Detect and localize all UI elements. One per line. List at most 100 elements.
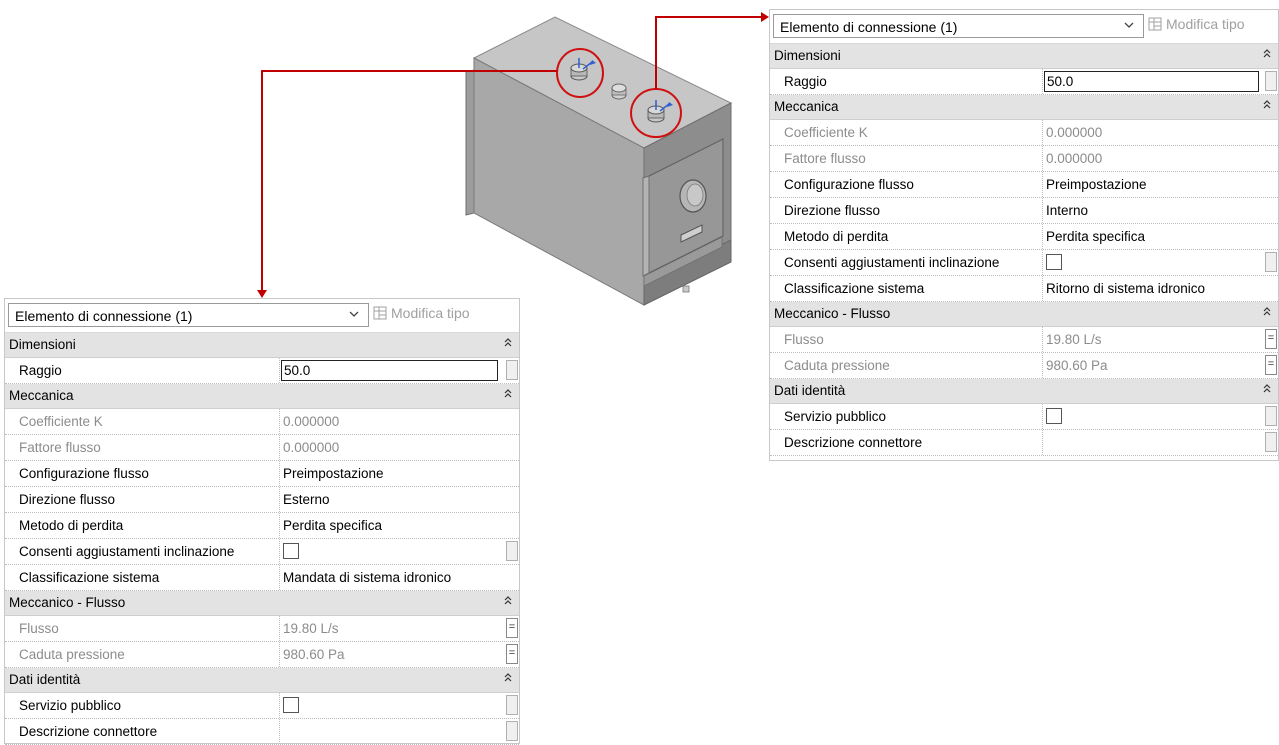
edit-type-label: Modifica tipo [391,305,470,321]
property-name: Direzione flusso [784,203,881,218]
property-value[interactable]: Mandata di sistema idronico [279,565,499,590]
property-name: Consenti aggiustamenti inclinazione [19,544,235,559]
property-name: Flusso [784,332,824,347]
property-value[interactable]: Perdita specifica [279,513,499,538]
property-row: Caduta pressione 980.60 Pa = [5,642,519,668]
property-group-header[interactable]: Dati identità [770,379,1278,404]
property-name: Classificazione sistema [784,281,925,296]
property-group-header[interactable]: Meccanica [5,384,519,409]
property-row: Fattore flusso 0.000000 [770,146,1278,172]
row-scroll-handle[interactable] [1265,71,1277,91]
property-row: Raggio 50.0 [5,358,519,384]
radius-input[interactable]: 50.0 [281,360,498,381]
property-name: Flusso [19,621,59,636]
property-group-label: Meccanica [774,99,839,114]
property-group-header[interactable]: Dati identità [5,668,519,693]
chevron-down-icon [1124,22,1134,28]
property-group-header[interactable]: Meccanico - Flusso [5,591,519,616]
type-selector-label: Elemento di connessione (1) [780,19,958,35]
row-scroll-handle[interactable] [1265,406,1277,426]
collapse-icon[interactable] [1263,99,1271,111]
property-row: Metodo di perdita Perdita specifica [770,224,1278,250]
collapse-icon[interactable] [504,595,512,607]
property-value-cell [1042,250,1260,275]
associate-parameter-button[interactable]: = [506,644,518,664]
edit-type-label: Modifica tipo [1166,16,1245,32]
property-row: Servizio pubblico [770,404,1278,430]
collapse-icon[interactable] [504,337,512,349]
property-name: Classificazione sistema [19,570,160,585]
associate-parameter-button[interactable]: = [1265,329,1277,349]
property-checkbox[interactable] [283,697,299,714]
property-group-label: Meccanico - Flusso [774,306,891,321]
collapse-icon[interactable] [1263,383,1271,395]
property-group-header[interactable]: Dimensioni [5,333,519,358]
property-name: Consenti aggiustamenti inclinazione [784,255,1000,270]
property-value[interactable]: Preimpostazione [1042,172,1260,197]
property-grid: Dimensioni Raggio 50.0 Meccanica Coefficient… [5,333,519,745]
property-value[interactable] [279,719,499,744]
radius-input[interactable]: 50.0 [1044,71,1259,92]
property-group-label: Dati identità [9,672,81,687]
collapse-icon[interactable] [1263,48,1271,60]
property-checkbox[interactable] [283,543,299,560]
property-value[interactable] [1042,430,1260,455]
property-row: Fattore flusso 0.000000 [5,435,519,461]
property-row: Descrizione connettore [770,430,1278,456]
collapse-icon[interactable] [504,672,512,684]
property-row: Caduta pressione 980.60 Pa = [770,353,1278,379]
property-row: Direzione flusso Esterno [5,487,519,513]
property-value[interactable]: Interno [1042,198,1260,223]
property-name: Configurazione flusso [19,466,149,481]
property-value-cell: 50.0 [1042,69,1260,94]
property-name: Raggio [19,363,62,378]
property-group-header[interactable]: Meccanica [770,95,1278,120]
property-row: Consenti aggiustamenti inclinazione [770,250,1278,276]
row-scroll-handle[interactable] [1265,432,1277,452]
edit-type-button[interactable]: Modifica tipo [1148,16,1245,32]
property-name: Metodo di perdita [784,229,889,244]
property-grid: Dimensioni Raggio 50.0 Meccanica Coefficient… [770,44,1278,456]
type-selector-dropdown[interactable]: Elemento di connessione (1) [8,303,369,327]
row-scroll-handle[interactable] [506,541,518,561]
property-group-header[interactable]: Dimensioni [770,44,1278,69]
property-checkbox[interactable] [1046,408,1062,425]
property-row: Flusso 19.80 L/s = [770,327,1278,353]
property-group-label: Dimensioni [774,48,841,63]
property-value[interactable]: Esterno [279,487,499,512]
row-scroll-handle[interactable] [506,721,518,741]
properties-header: Elemento di connessione (1) Modifica tip… [5,299,519,333]
property-value[interactable]: Ritorno di sistema idronico [1042,276,1260,301]
row-scroll-handle[interactable] [1265,252,1277,272]
property-name: Descrizione connettore [784,435,923,450]
property-group-label: Meccanico - Flusso [9,595,126,610]
collapse-icon[interactable] [1263,306,1271,318]
row-scroll-handle[interactable] [506,695,518,715]
collapse-icon[interactable] [504,388,512,400]
property-value[interactable]: Preimpostazione [279,461,499,486]
property-name: Coefficiente K [19,414,103,429]
property-value: 980.60 Pa [279,642,499,667]
properties-header: Elemento di connessione (1) Modifica tip… [770,10,1278,44]
property-row: Descrizione connettore [5,719,519,745]
property-name: Caduta pressione [784,358,890,373]
property-name: Fattore flusso [19,440,101,455]
properties-panel-right: Elemento di connessione (1) Modifica tip… [769,9,1279,461]
property-name: Descrizione connettore [19,724,158,739]
row-scroll-handle[interactable] [506,360,518,380]
property-group-header[interactable]: Meccanico - Flusso [770,302,1278,327]
property-name: Servizio pubblico [784,409,887,424]
property-value-cell: 50.0 [279,358,499,383]
property-value: 0.000000 [279,409,499,434]
property-checkbox[interactable] [1046,254,1062,271]
property-value: 0.000000 [279,435,499,460]
associate-parameter-button[interactable]: = [1265,355,1277,375]
type-selector-dropdown[interactable]: Elemento di connessione (1) [773,14,1144,38]
property-value: 980.60 Pa [1042,353,1260,378]
property-value[interactable]: Perdita specifica [1042,224,1260,249]
pipe-connector-icon [611,83,627,100]
property-value: 19.80 L/s [1042,327,1260,352]
property-name: Servizio pubblico [19,698,122,713]
associate-parameter-button[interactable]: = [506,618,518,638]
edit-type-button[interactable]: Modifica tipo [373,305,470,321]
